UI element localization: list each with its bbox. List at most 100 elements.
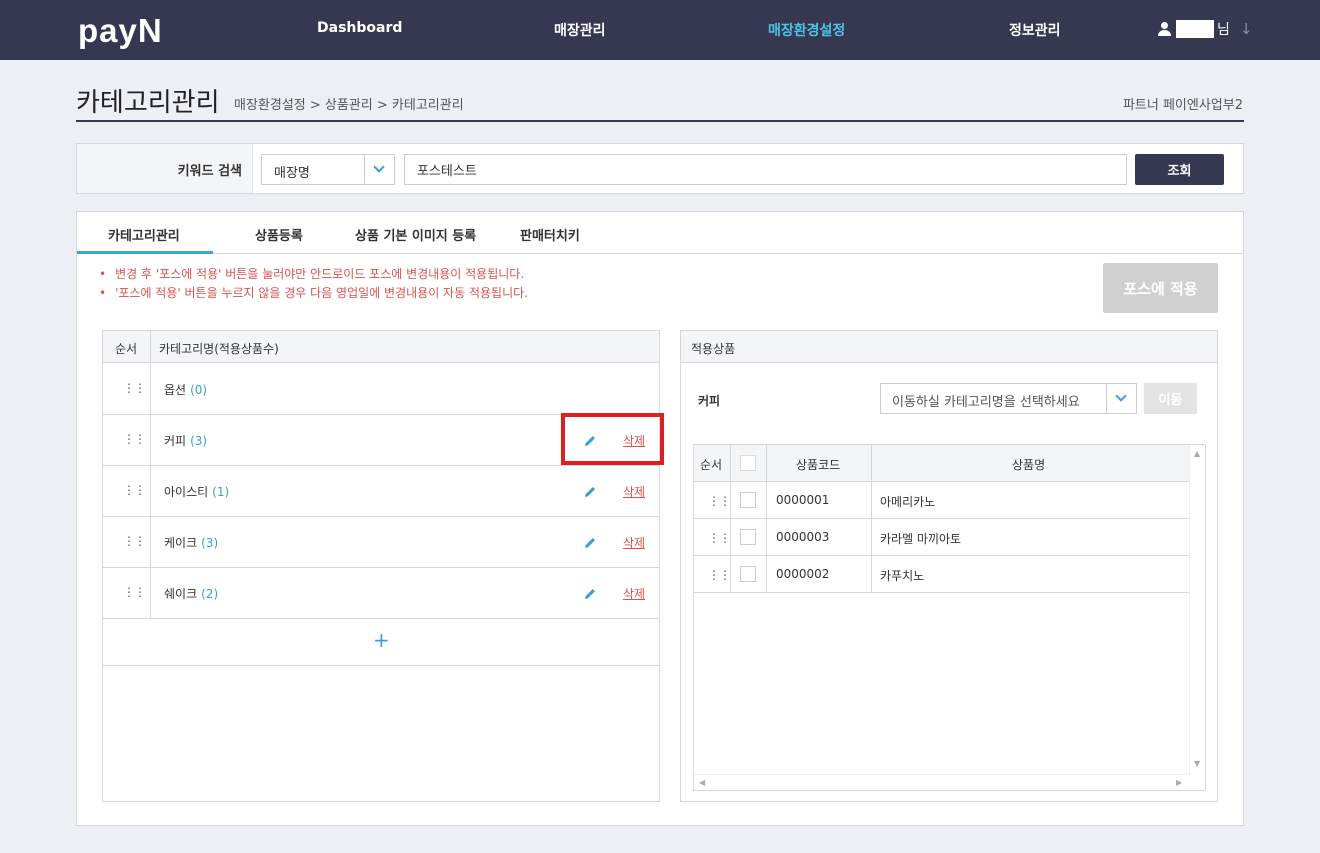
drag-handle-icon[interactable]: ⋮⋮ [123,585,146,599]
tab-category-management[interactable]: 카테고리관리 [108,225,180,244]
scroll-down-icon[interactable]: ▼ [1194,759,1200,768]
nav-store-management[interactable]: 매장관리 [554,20,606,40]
row-checkbox[interactable] [740,492,756,508]
chevron-down-icon [373,161,385,173]
product-name: 카라멜 마끼아토 [880,532,962,546]
page-title: 카테고리관리 [76,88,220,118]
main-panel: 카테고리관리 상품등록 상품 기본 이미지 등록 판매터치키 변경 후 '포스에… [76,211,1244,826]
header-category-name: 카테고리명(적용상품수) [159,342,279,356]
applied-products-panel: 적용상품 커피 이동하실 카테고리명을 선택하세요 이동 순서 상품코드 상품명… [680,330,1218,802]
nav-store-settings[interactable]: 매장환경설정 [768,20,845,40]
keyword-input[interactable] [404,154,1127,185]
column-divider [150,517,151,568]
drag-handle-icon[interactable]: ⋮⋮ [708,531,731,545]
column-divider [150,568,151,619]
category-name: 커피 (3) [164,434,208,448]
category-row[interactable]: ⋮⋮ 옵션 (0) [103,364,659,415]
column-divider [150,466,151,517]
tab-bar: 카테고리관리 상품등록 상품 기본 이미지 등록 판매터치키 [77,212,1243,254]
header-code-cell: 상품코드 [767,445,872,481]
search-label-cell: 키워드 검색 [77,144,253,193]
table-row[interactable]: ⋮⋮ 0000002 카푸치노 [694,556,1189,593]
search-panel: 키워드 검색 매장명 조회 [76,143,1244,194]
header-name-cell: 상품명 [872,445,1189,481]
horizontal-scrollbar[interactable]: ◀ ▶ [694,774,1189,790]
tab-product-image-registration[interactable]: 상품 기본 이미지 등록 [355,225,476,244]
drag-handle-icon[interactable]: ⋮⋮ [123,483,146,497]
pencil-icon[interactable] [583,485,597,499]
select-all-checkbox[interactable] [740,455,756,471]
search-label: 키워드 검색 [177,164,242,179]
dropdown-toggle[interactable] [1106,384,1136,413]
tab-product-registration[interactable]: 상품등록 [255,225,303,244]
tab-sales-touch-keys[interactable]: 판매터치키 [520,225,580,244]
header-product-code: 상품코드 [796,458,841,472]
apply-to-pos-button[interactable]: 포스에 적용 [1103,263,1218,313]
vertical-scrollbar[interactable]: ▲ ▼ [1189,445,1205,775]
row-checkbox[interactable] [740,529,756,545]
product-code: 0000002 [776,567,830,581]
product-grid-header: 순서 상품코드 상품명 [694,445,1189,482]
drag-handle-icon[interactable]: ⋮⋮ [123,534,146,548]
user-menu[interactable]: 님 ↓ [1158,19,1252,39]
product-name: 아메리카노 [880,495,936,509]
delete-link[interactable]: 삭제 [623,483,645,500]
category-count: (3) [201,536,219,550]
category-row[interactable]: ⋮⋮ 케이크 (3) 삭제 [103,517,659,568]
search-button[interactable]: 조회 [1135,154,1224,185]
category-count: (3) [190,434,208,448]
notice-line: '포스에 적용' 버튼을 누르지 않을 경우 다음 영업일에 변경내용이 자동 … [99,284,528,301]
chevron-down-icon [1115,390,1127,402]
delete-link[interactable]: 삭제 [623,534,645,551]
user-name-redacted [1176,20,1214,38]
category-row[interactable]: ⋮⋮ 쉐이크 (2) 삭제 [103,568,659,619]
scroll-left-icon[interactable]: ◀ [699,778,705,787]
category-row[interactable]: ⋮⋮ 아이스티 (1) 삭제 [103,466,659,517]
column-divider [150,364,151,415]
product-grid: 순서 상품코드 상품명 ⋮⋮ 0000001 아메리카노 ⋮⋮ 0000003 … [693,444,1206,791]
pencil-icon[interactable] [583,536,597,550]
header-order-cell: 순서 [694,445,731,481]
active-tab-indicator [77,251,213,254]
applied-products-title: 적용상품 [691,342,736,356]
plus-icon[interactable]: + [373,628,390,652]
drag-handle-icon[interactable]: ⋮⋮ [708,494,731,508]
delete-link[interactable]: 삭제 [623,585,645,602]
search-field-select[interactable]: 매장명 [261,154,395,185]
move-button[interactable]: 이동 [1144,383,1197,414]
drag-handle-icon[interactable]: ⋮⋮ [123,381,146,395]
dropdown-toggle[interactable] [364,155,394,184]
category-count: (1) [212,485,230,499]
search-field-value: 매장명 [274,166,310,181]
scroll-up-icon[interactable]: ▲ [1194,449,1200,458]
move-category-select[interactable]: 이동하실 카테고리명을 선택하세요 [880,383,1137,414]
breadcrumb: 매장환경설정 > 상품관리 > 카테고리관리 [234,98,464,113]
user-suffix: 님 [1217,22,1230,38]
header-select-cell [731,445,767,481]
title-divider [76,120,1244,122]
nav-info-management[interactable]: 정보관리 [1009,20,1061,40]
current-category-label: 커피 [698,394,721,408]
category-table-header: 순서 카테고리명(적용상품수) [103,331,659,363]
drag-handle-icon[interactable]: ⋮⋮ [708,568,731,582]
arrow-down-icon[interactable]: ↓ [1240,20,1253,38]
add-category-row: + [103,619,659,666]
row-checkbox[interactable] [740,566,756,582]
drag-handle-icon[interactable]: ⋮⋮ [123,432,146,446]
category-count: (2) [201,587,219,601]
category-name: 아이스티 (1) [164,485,230,499]
nav-dashboard[interactable]: Dashboard [317,20,402,36]
table-row[interactable]: ⋮⋮ 0000003 카라멜 마끼아토 [694,519,1189,556]
top-navigation-bar: payN Dashboard 매장관리 매장환경설정 정보관리 님 ↓ [0,0,1320,60]
category-name: 옵션 (0) [164,383,208,397]
category-name: 케이크 (3) [164,536,219,550]
scroll-right-icon[interactable]: ▶ [1176,778,1182,787]
pencil-icon[interactable] [583,587,597,601]
partner-name: 파트너 페이엔사업부2 [1122,98,1243,113]
category-name: 쉐이크 (2) [164,587,219,601]
user-icon [1158,22,1172,36]
payn-logo[interactable]: payN [78,12,163,50]
highlight-box [561,413,664,465]
header-order: 순서 [115,342,138,356]
table-row[interactable]: ⋮⋮ 0000001 아메리카노 [694,482,1189,519]
